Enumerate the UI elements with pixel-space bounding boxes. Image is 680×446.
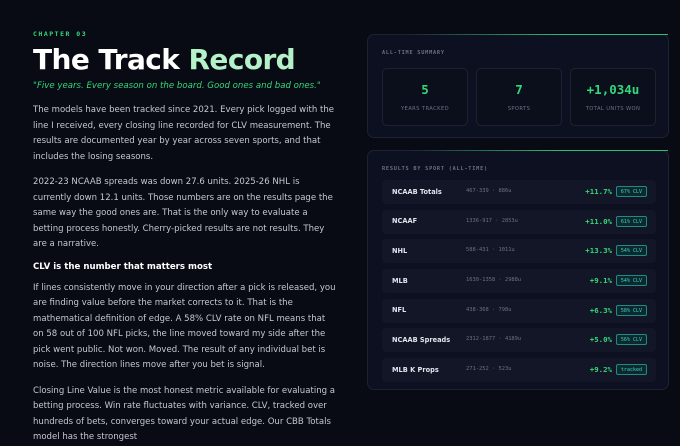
- stat-value: 5: [421, 82, 429, 97]
- clv-badge: 54% CLV: [615, 245, 647, 257]
- sport-record: 271-252 · 523u: [466, 366, 512, 373]
- sport-name: NFL: [392, 306, 407, 315]
- sport-roi: +11.7%: [585, 187, 612, 196]
- paragraph-3: If lines consistently move in your direc…: [33, 282, 336, 371]
- results-list: NCAAB Totals 467-339 · 886u +11.7% 67% C…: [382, 180, 656, 388]
- paragraph-2: 2022-23 NCAAB spreads was down 27.6 unit…: [33, 177, 333, 249]
- sport-row[interactable]: MLB 1630-1358 · 2988u +9.1% 54% CLV: [382, 269, 656, 294]
- sport-row[interactable]: NCAAF 1336-917 · 2853u +11.0% 61% CLV: [382, 209, 656, 234]
- paragraph-4: Closing Line Value is the most honest me…: [33, 385, 335, 443]
- summary-card: ALL-TIME SUMMARY 5 YEARS TRACKED 7 SPORT…: [367, 34, 669, 138]
- clv-badge: 54% CLV: [615, 275, 647, 287]
- sport-record: 588-431 · 1011u: [466, 247, 515, 254]
- clv-badge: 58% CLV: [615, 304, 647, 316]
- sport-name: MLB K Props: [392, 365, 439, 374]
- chapter-label: CHAPTER 03: [33, 30, 88, 38]
- clv-badge: tracked: [615, 364, 647, 376]
- section-subheading: CLV is the number that matters most: [33, 261, 213, 272]
- sport-roi: +11.0%: [585, 216, 612, 226]
- page-title: The Track Record: [33, 42, 338, 78]
- sport-record: 438-368 · 798u: [466, 306, 512, 313]
- clv-badge: 61% CLV: [615, 215, 647, 227]
- stat-label: SPORTS: [507, 106, 531, 112]
- summary-label: ALL-TIME SUMMARY: [382, 50, 445, 56]
- sport-row[interactable]: NCAAB Totals 467-339 · 886u +11.7% 67% C…: [382, 180, 656, 204]
- sport-record: 1630-1358 · 2988u: [466, 277, 522, 284]
- sport-roi: +9.1%: [589, 276, 612, 286]
- article: CHAPTER 03 The Track Record "Five years.…: [33, 30, 338, 446]
- stat-label: YEARS TRACKED: [400, 106, 450, 112]
- stat-value: +1,034u: [586, 82, 640, 97]
- paragraph-1: The models have been tracked since 2021.…: [33, 105, 335, 162]
- stat-value: 7: [515, 82, 523, 97]
- sport-roi: +9.2%: [589, 365, 612, 375]
- results-card: RESULTS BY SPORT (ALL-TIME) NCAAB Totals…: [367, 150, 669, 390]
- sport-roi: +5.0%: [589, 335, 612, 345]
- stat-sports: 7 SPORTS: [476, 68, 562, 126]
- results-label: RESULTS BY SPORT (ALL-TIME): [382, 166, 488, 172]
- clv-badge: 56% CLV: [615, 334, 647, 346]
- stat-years: 5 YEARS TRACKED: [382, 68, 468, 126]
- title-main: The Track: [33, 43, 189, 76]
- sport-record: 2312-1877 · 4189u: [466, 336, 522, 343]
- sport-roi: +13.3%: [585, 246, 612, 256]
- sport-row[interactable]: MLB K Props 271-252 · 523u +9.2% tracked: [382, 358, 656, 383]
- sport-row[interactable]: NHL 588-431 · 1011u +13.3% 54% CLV: [382, 239, 656, 264]
- title-accent: Record: [188, 43, 296, 76]
- sport-name: NCAAF: [392, 217, 418, 226]
- sport-name: NCAAB Totals: [392, 187, 442, 196]
- sport-record: 1336-917 · 2853u: [466, 217, 518, 224]
- clv-badge: 67% CLV: [615, 186, 647, 197]
- tagline-quote: "Five years. Every season on the board. …: [33, 81, 321, 91]
- sport-roi: +6.3%: [589, 305, 612, 315]
- sport-name: NCAAB Spreads: [392, 335, 451, 344]
- stat-units: +1,034u TOTAL UNITS WON: [570, 68, 656, 126]
- summary-stats: 5 YEARS TRACKED 7 SPORTS +1,034u TOTAL U…: [382, 68, 657, 126]
- sport-name: NHL: [392, 246, 408, 255]
- sport-row[interactable]: NFL 438-368 · 798u +6.3% 58% CLV: [382, 298, 656, 323]
- sport-record: 467-339 · 886u: [466, 188, 512, 194]
- sport-name: MLB: [392, 276, 408, 285]
- sport-row[interactable]: NCAAB Spreads 2312-1877 · 4189u +5.0% 56…: [382, 328, 656, 353]
- stat-label: TOTAL UNITS WON: [585, 106, 641, 112]
